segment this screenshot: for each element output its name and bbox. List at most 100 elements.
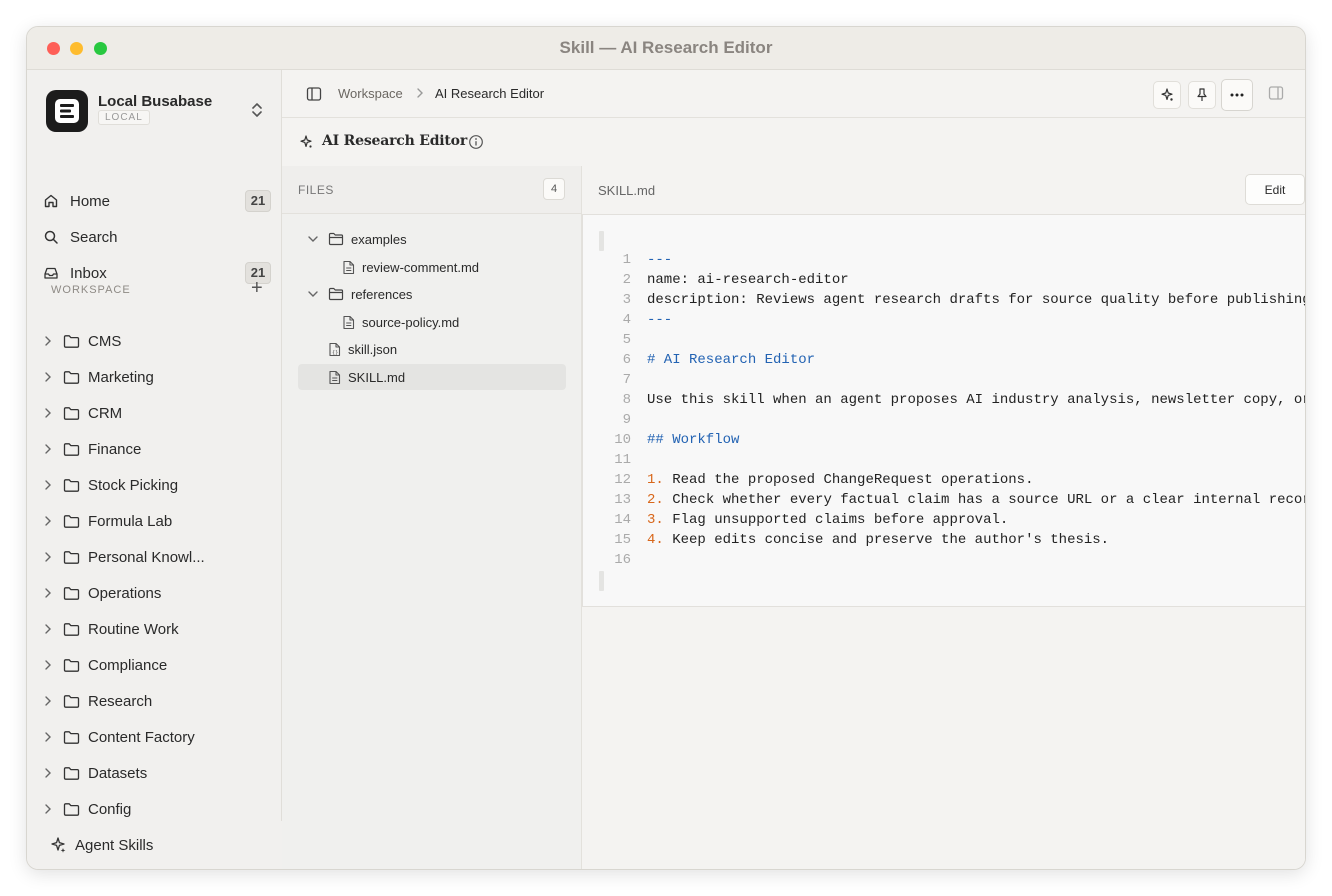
ai-sparkle-button[interactable]: [1153, 81, 1181, 109]
chevron-right-icon[interactable]: [41, 479, 55, 491]
folder-open-icon: [328, 287, 344, 301]
files-label: FILES: [298, 183, 334, 197]
workspace-switcher-icon[interactable]: [251, 102, 263, 123]
sidebar-folder-label: Formula Lab: [88, 512, 173, 530]
sidebar-folder[interactable]: Content Factory: [41, 722, 271, 752]
sidebar-folder-label: Config: [88, 800, 132, 818]
tree-item-label: source-policy.md: [362, 314, 460, 330]
info-icon[interactable]: [468, 134, 484, 155]
sidebar-folder-label: CMS: [88, 332, 122, 350]
code-top-marker: [599, 231, 604, 251]
add-workspace-item-button[interactable]: +: [251, 278, 263, 298]
chevron-right-icon[interactable]: [41, 515, 55, 527]
sidebar-folder[interactable]: Marketing: [41, 362, 271, 392]
sidebar-folder[interactable]: CRM: [41, 398, 271, 428]
chevron-right-icon[interactable]: [41, 551, 55, 563]
code-text: description: Reviews agent research draf…: [647, 292, 1306, 308]
breadcrumb-current: AI Research Editor: [435, 86, 545, 101]
tree-folder[interactable]: references: [298, 281, 566, 307]
tree-item-label: references: [351, 286, 413, 302]
line-number: 1: [622, 252, 631, 268]
right-panel-toggle-icon[interactable]: [1268, 85, 1284, 106]
code-line: 10 ## Workflow: [583, 430, 1305, 450]
tree-folder[interactable]: examples: [298, 226, 566, 252]
folder-icon: [63, 442, 80, 457]
more-options-button[interactable]: [1221, 79, 1253, 111]
edit-button[interactable]: Edit: [1245, 174, 1305, 205]
line-number: 4: [622, 312, 631, 328]
tree-file[interactable]: SKILL.md: [298, 364, 566, 390]
folder-icon: [63, 406, 80, 421]
tree-file[interactable]: source-policy.md: [298, 309, 566, 335]
line-number: 16: [614, 552, 631, 568]
folder-open-icon: [328, 232, 344, 246]
folder-icon: [63, 658, 80, 673]
code-line: 11: [583, 450, 1305, 470]
workspace-logo[interactable]: [46, 90, 88, 132]
pin-icon: [1197, 88, 1207, 101]
chevron-down-icon[interactable]: [306, 290, 320, 298]
nav-inbox-label: Inbox: [70, 264, 107, 282]
tree-file[interactable]: review-comment.md: [298, 254, 566, 280]
sparkle-icon: [1161, 88, 1173, 101]
code-text: 3. Flag unsupported claims before approv…: [647, 510, 1008, 530]
breadcrumb-workspace[interactable]: Workspace: [338, 86, 403, 101]
sidebar-toggle-icon[interactable]: [306, 86, 322, 107]
sidebar-folder[interactable]: Finance: [41, 434, 271, 464]
sidebar-folder[interactable]: Formula Lab: [41, 506, 271, 536]
chevron-right-icon[interactable]: [41, 407, 55, 419]
folder-icon: [63, 694, 80, 709]
code-text-content: Check whether every factual claim has a …: [663, 492, 1306, 508]
agent-skills-link[interactable]: Agent Skills: [49, 821, 282, 869]
code-line: 2 name: ai-research-editor: [583, 270, 1305, 290]
line-number: 5: [622, 332, 631, 348]
sidebar-folder[interactable]: Routine Work: [41, 614, 271, 644]
code-line: 6 # AI Research Editor: [583, 350, 1305, 370]
workspace-name[interactable]: Local Busabase: [98, 93, 212, 110]
code-line: 7: [583, 370, 1305, 390]
code-text: ---: [647, 252, 673, 268]
sidebar-folder[interactable]: CMS: [41, 326, 271, 356]
chevron-right-icon[interactable]: [41, 371, 55, 383]
sidebar-folder[interactable]: Research: [41, 686, 271, 716]
sidebar-folder[interactable]: Compliance: [41, 650, 271, 680]
sidebar-folder[interactable]: Datasets: [41, 758, 271, 788]
code-line: 8 Use this skill when an agent proposes A…: [583, 390, 1305, 410]
chevron-right-icon[interactable]: [41, 767, 55, 779]
nav-home[interactable]: Home 21: [39, 186, 271, 216]
nav-search-label: Search: [70, 228, 118, 246]
chevron-right-icon[interactable]: [41, 659, 55, 671]
folder-icon: [63, 550, 80, 565]
title-bar: Skill — AI Research Editor: [27, 27, 1305, 70]
chevron-right-icon[interactable]: [41, 443, 55, 455]
nav-search[interactable]: Search: [39, 222, 271, 252]
code-viewer[interactable]: 1 --- 2 name: ai-research-editor 3 descriptio…: [582, 214, 1306, 607]
sidebar-folder[interactable]: Personal Knowl...: [41, 542, 271, 572]
sidebar-folder[interactable]: Stock Picking: [41, 470, 271, 500]
chevron-right-icon[interactable]: [41, 335, 55, 347]
chevron-right-icon[interactable]: [41, 695, 55, 707]
files-panel: FILES 4 examples review-comment.md referen…: [282, 166, 582, 869]
line-number: 9: [622, 412, 631, 428]
chevron-down-icon[interactable]: [306, 235, 320, 243]
line-number: 8: [622, 392, 631, 408]
files-count-badge: 4: [543, 178, 565, 200]
tree-item-label: SKILL.md: [348, 369, 406, 385]
folder-icon: [63, 802, 80, 817]
pin-button[interactable]: [1188, 81, 1216, 109]
chevron-right-icon[interactable]: [41, 587, 55, 599]
code-line: 12 1. Read the proposed ChangeRequest ope…: [583, 470, 1305, 490]
window-title: Skill — AI Research Editor: [559, 38, 773, 57]
chevron-right-icon[interactable]: [41, 803, 55, 815]
chevron-right-icon[interactable]: [41, 731, 55, 743]
code-line: 5: [583, 330, 1305, 350]
sidebar-folder-label: Research: [88, 692, 153, 710]
chevron-right-icon[interactable]: [41, 623, 55, 635]
sidebar-folder[interactable]: Config: [41, 794, 271, 824]
sidebar-folder[interactable]: Operations: [41, 578, 271, 608]
code-text: 1. Read the proposed ChangeRequest opera…: [647, 470, 1033, 490]
line-number: 12: [614, 472, 631, 488]
list-marker: 4.: [647, 532, 664, 548]
tree-file[interactable]: {} skill.json: [298, 336, 566, 362]
folder-icon: [63, 370, 80, 385]
